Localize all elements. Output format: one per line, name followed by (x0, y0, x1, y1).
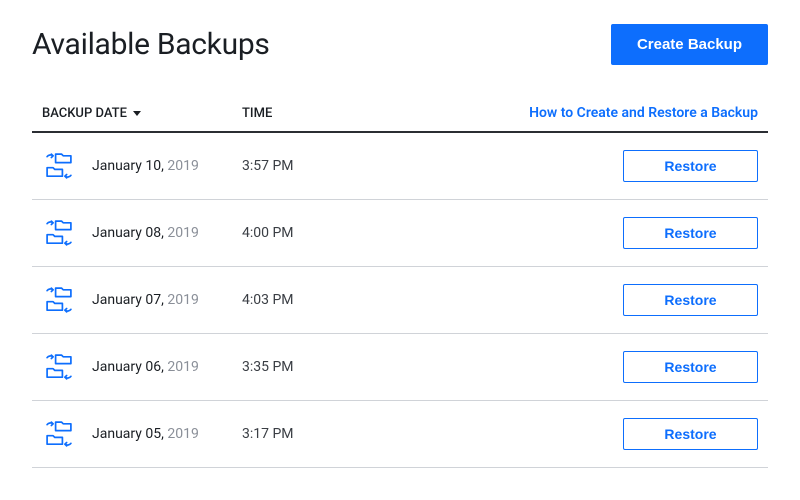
backup-table-body: January 10, 20193:57 PMRestore January 0… (32, 133, 768, 468)
table-row: January 07, 20194:03 PMRestore (32, 267, 768, 334)
table-row: January 08, 20194:00 PMRestore (32, 200, 768, 267)
backup-date-year: 2019 (167, 359, 198, 375)
column-header-date-label: BACKUP DATE (42, 106, 127, 121)
backup-folders-icon (42, 216, 92, 250)
backup-time: 3:17 PM (242, 426, 402, 442)
column-header-time: TIME (242, 106, 402, 121)
backup-date-main: January 06, (92, 359, 164, 375)
restore-button[interactable]: Restore (623, 284, 758, 316)
backup-folders-icon (42, 149, 92, 183)
backup-date: January 07, 2019 (92, 292, 242, 308)
create-backup-button[interactable]: Create Backup (611, 24, 768, 65)
restore-button[interactable]: Restore (623, 217, 758, 249)
page-title: Available Backups (32, 27, 270, 62)
table-header: BACKUP DATE TIME How to Create and Resto… (32, 105, 768, 133)
row-action: Restore (402, 150, 758, 182)
restore-button[interactable]: Restore (623, 351, 758, 383)
restore-button[interactable]: Restore (623, 418, 758, 450)
backup-time: 4:03 PM (242, 292, 402, 308)
row-action: Restore (402, 351, 758, 383)
backup-time: 3:57 PM (242, 158, 402, 174)
backup-date-main: January 07, (92, 292, 164, 308)
backup-date: January 06, 2019 (92, 359, 242, 375)
row-action: Restore (402, 418, 758, 450)
backup-date: January 10, 2019 (92, 158, 242, 174)
backup-date-year: 2019 (167, 158, 198, 174)
backup-date: January 05, 2019 (92, 426, 242, 442)
column-header-date[interactable]: BACKUP DATE (42, 106, 242, 121)
backup-date-main: January 10, (92, 158, 164, 174)
backup-date-year: 2019 (167, 292, 198, 308)
backup-date-main: January 08, (92, 225, 164, 241)
table-row: January 05, 20193:17 PMRestore (32, 401, 768, 468)
backup-time: 4:00 PM (242, 225, 402, 241)
table-row: January 06, 20193:35 PMRestore (32, 334, 768, 401)
sort-caret-icon (133, 111, 141, 116)
backup-date-year: 2019 (167, 225, 198, 241)
row-action: Restore (402, 217, 758, 249)
header: Available Backups Create Backup (32, 24, 768, 65)
backup-folders-icon (42, 350, 92, 384)
row-action: Restore (402, 284, 758, 316)
backup-date-main: January 05, (92, 426, 164, 442)
restore-button[interactable]: Restore (623, 150, 758, 182)
table-row: January 10, 20193:57 PMRestore (32, 133, 768, 200)
backup-folders-icon (42, 417, 92, 451)
backup-time: 3:35 PM (242, 359, 402, 375)
backup-date-year: 2019 (167, 426, 198, 442)
help-link[interactable]: How to Create and Restore a Backup (402, 105, 758, 121)
backup-folders-icon (42, 283, 92, 317)
backup-date: January 08, 2019 (92, 225, 242, 241)
